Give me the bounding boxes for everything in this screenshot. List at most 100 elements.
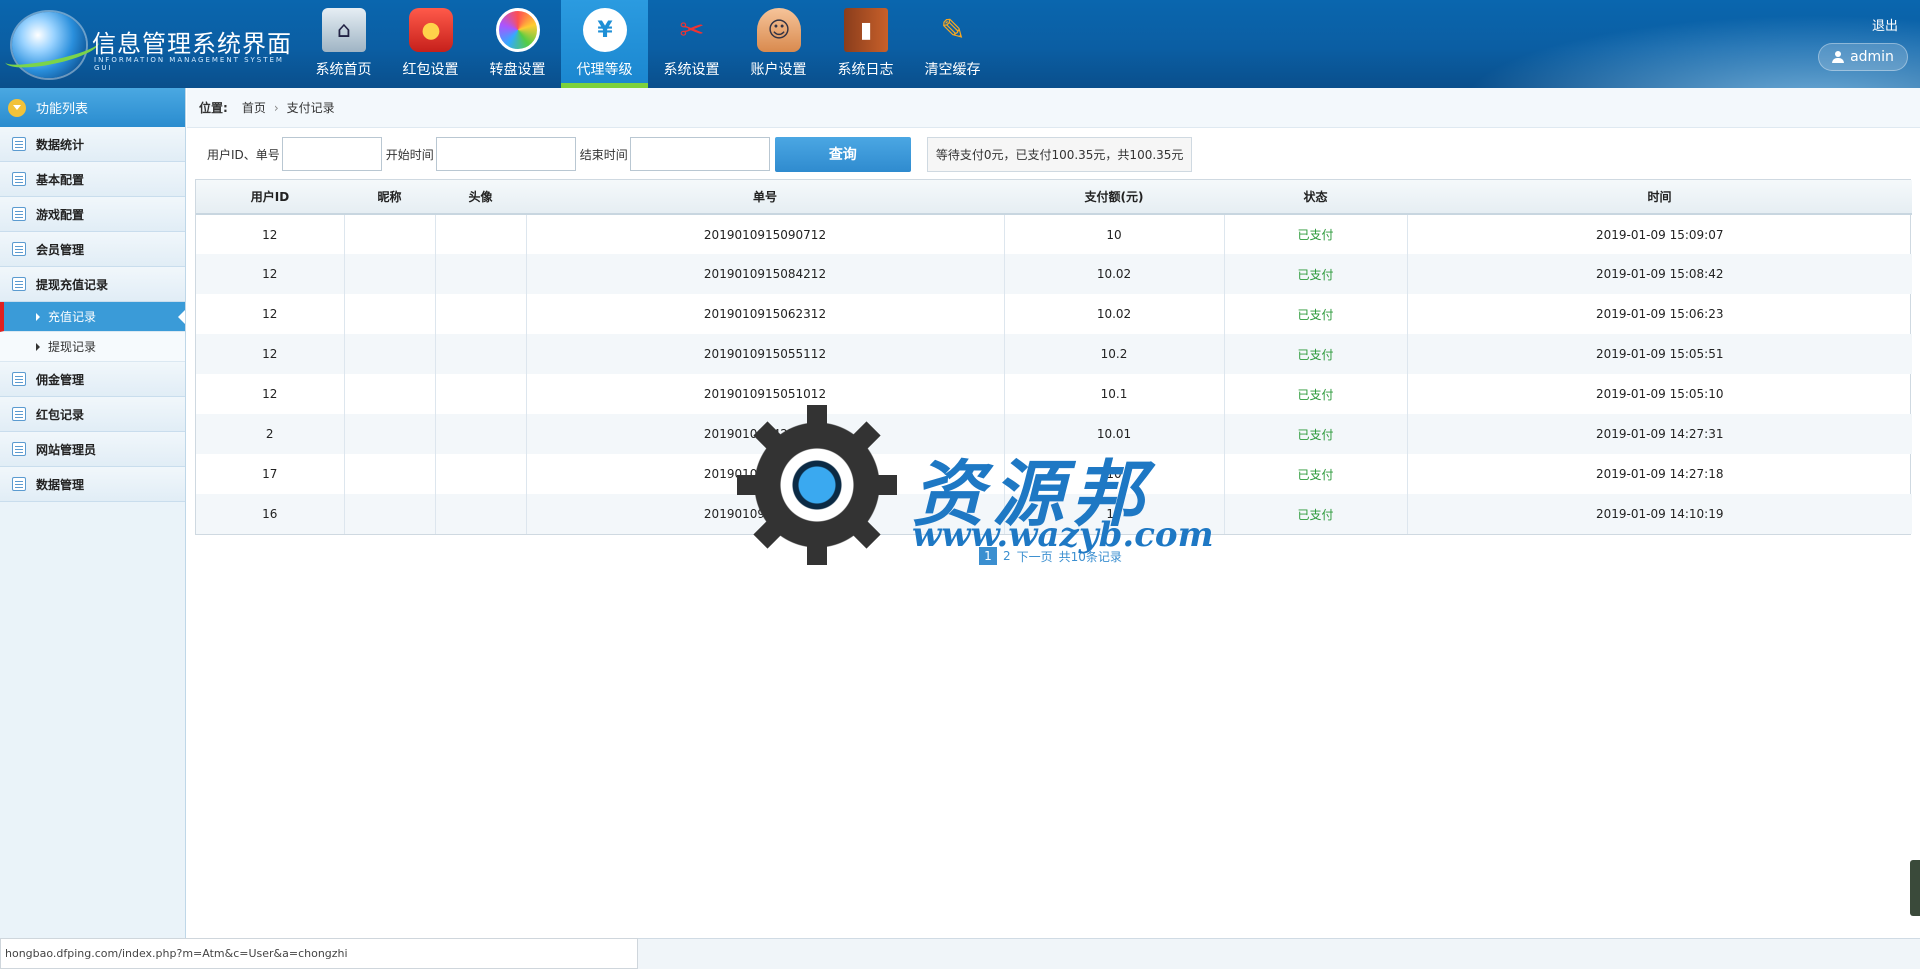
id-input[interactable] [281, 137, 382, 171]
username: admin [1850, 49, 1894, 65]
col-header-amount[interactable]: 支付额(元) [1004, 180, 1224, 215]
cell-amount: 10.02 [1004, 294, 1225, 334]
red-packet-icon: ● [409, 8, 453, 52]
sidebar-header[interactable]: 功能列表 [0, 88, 185, 127]
cell-order-no: 2019010915084212 [526, 254, 1005, 294]
payment-summary: 等待支付0元，已支付100.35元，共100.35元 [926, 136, 1193, 172]
sidebar-subitem-recharge[interactable]: 充值记录 [0, 302, 185, 332]
sidebar-item-label: 提现充值记录 [36, 277, 109, 292]
breadcrumb-current: 支付记录 [286, 101, 335, 115]
cell-avatar [435, 374, 527, 414]
sidebar-item-basic-config[interactable]: 基本配置 [0, 162, 185, 197]
sidebar-item-red-packets[interactable]: 红包记录 [0, 397, 185, 432]
sidebar-subitem-withdraw[interactable]: 提现记录 [0, 332, 185, 362]
nav-label: 清空缓存 [924, 62, 981, 78]
user-menu[interactable]: admin [1818, 43, 1908, 71]
nav-item-clear-cache[interactable]: ✎ 清空缓存 [909, 0, 996, 88]
cell-user-id: 17 [196, 454, 345, 494]
sidebar-item-commission[interactable]: 佣金管理 [0, 362, 185, 397]
table-row[interactable]: 12 2019010915062312 10.02 已支付 2019-01-09 15:… [196, 294, 1912, 334]
col-header-status[interactable]: 状态 [1224, 180, 1407, 215]
sidebar-item-game-config[interactable]: 游戏配置 [0, 197, 185, 232]
logout-link[interactable]: 退出 [1872, 15, 1898, 34]
sidebar: 功能列表 数据统计 基本配置 游戏配置 会员管理 提现充值记录 充值记录 提现记… [0, 88, 186, 938]
sidebar-item-label: 游戏配置 [36, 207, 85, 222]
side-scroll-handle[interactable] [1910, 860, 1920, 916]
sidebar-item-stats[interactable]: 数据统计 [0, 127, 185, 162]
search-button[interactable]: 查询 [774, 136, 911, 172]
list-icon [12, 372, 26, 386]
list-icon [12, 477, 26, 491]
cell-avatar [435, 334, 527, 374]
end-time-input[interactable] [629, 137, 770, 171]
cell-user-id: 12 [196, 334, 345, 374]
table-row[interactable]: 12 2019010915084212 10.02 已支付 2019-01-09 15:… [196, 254, 1912, 294]
wheel-icon [496, 8, 540, 52]
cell-avatar [435, 294, 527, 334]
nav-item-red-packet[interactable]: ● 红包设置 [387, 0, 474, 88]
col-header-user-id[interactable]: 用户ID [196, 180, 344, 215]
nav-item-wheel[interactable]: 转盘设置 [474, 0, 561, 88]
cell-nickname [344, 454, 436, 494]
table-row[interactable]: 12 2019010915090712 10 已支付 2019-01-09 15:09:… [196, 214, 1912, 254]
browser-status-url: hongbao.dfping.com/index.php?m=Atm&c=Use… [0, 938, 638, 969]
breadcrumb-label: 位置: [199, 101, 228, 115]
cell-nickname [344, 214, 436, 254]
home-icon: ⌂ [322, 8, 366, 52]
cell-amount: 10.02 [1004, 254, 1225, 294]
cell-amount: 10.2 [1004, 334, 1225, 374]
nav-item-home[interactable]: ⌂ 系统首页 [300, 0, 387, 88]
sidebar-item-data-management[interactable]: 数据管理 [0, 467, 185, 502]
nav-item-system-settings[interactable]: ✂ 系统设置 [648, 0, 735, 88]
cell-nickname [344, 494, 436, 534]
cell-avatar [435, 454, 527, 494]
start-time-label: 开始时间 [385, 147, 434, 162]
app-subtitle: INFORMATION MANAGEMENT SYSTEM GUI [94, 56, 284, 72]
watermark: 资源邦 www.wazyb.com [703, 371, 1214, 599]
end-time-label: 结束时间 [579, 147, 628, 162]
cell-nickname [344, 254, 436, 294]
cell-user-id: 16 [196, 494, 345, 534]
sidebar-item-admins[interactable]: 网站管理员 [0, 432, 185, 467]
start-time-input[interactable] [435, 137, 576, 171]
col-header-avatar[interactable]: 头像 [435, 180, 526, 215]
nav-item-system-log[interactable]: ▮ 系统日志 [822, 0, 909, 88]
cell-status: 已支付 [1224, 254, 1408, 294]
cell-status: 已支付 [1224, 374, 1408, 414]
sidebar-item-label: 数据统计 [36, 137, 85, 152]
cell-order-no: 2019010915090712 [526, 214, 1005, 254]
clean-icon: ✎ [940, 12, 966, 48]
cell-status: 已支付 [1224, 334, 1408, 374]
nav-label: 系统日志 [837, 62, 894, 78]
top-header: 信息管理系统界面 INFORMATION MANAGEMENT SYSTEM G… [0, 0, 1920, 88]
nav-label: 系统设置 [663, 62, 720, 78]
cell-status: 已支付 [1224, 454, 1408, 494]
list-icon [12, 137, 26, 151]
cell-avatar [435, 254, 527, 294]
cell-user-id: 12 [196, 254, 345, 294]
nav-item-account-settings[interactable]: ☺ 账户设置 [735, 0, 822, 88]
breadcrumb-home[interactable]: 首页 [242, 99, 266, 116]
sidebar-item-label: 红包记录 [36, 407, 85, 422]
cell-user-id: 2 [196, 414, 345, 454]
sidebar-item-label: 网站管理员 [36, 442, 97, 457]
nav-label: 红包设置 [402, 62, 459, 78]
col-header-time[interactable]: 时间 [1407, 180, 1912, 215]
col-header-order-no[interactable]: 单号 [526, 180, 1004, 215]
cell-nickname [344, 334, 436, 374]
nav-label: 账户设置 [750, 62, 807, 78]
cell-time: 2019-01-09 14:10:19 [1596, 507, 1724, 521]
sidebar-item-withdraw-recharge[interactable]: 提现充值记录 [0, 267, 185, 302]
cell-status: 已支付 [1224, 214, 1408, 254]
table-row[interactable]: 12 2019010915055112 10.2 已支付 2019-01-09 15:0… [196, 334, 1912, 374]
col-header-nickname[interactable]: 昵称 [344, 180, 435, 215]
list-icon [12, 207, 26, 221]
cell-order-no: 2019010915055112 [526, 334, 1005, 374]
cell-time: 2019-01-09 15:06:23 [1596, 307, 1724, 321]
cell-status: 已支付 [1224, 414, 1408, 454]
cell-nickname [344, 374, 436, 414]
sidebar-item-members[interactable]: 会员管理 [0, 232, 185, 267]
nav-item-agent-level[interactable]: ¥ 代理等级 [561, 0, 648, 88]
id-label: 用户ID、单号 [207, 147, 280, 162]
sidebar-item-label: 佣金管理 [36, 372, 85, 387]
